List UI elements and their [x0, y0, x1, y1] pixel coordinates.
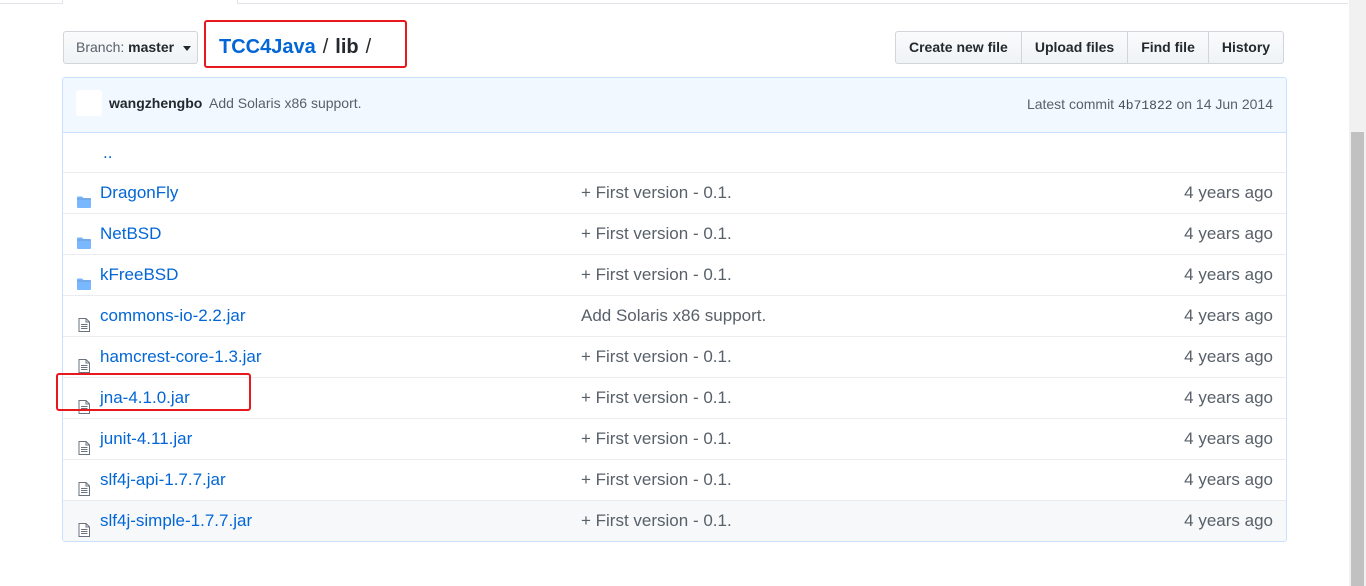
file-actions-group: Create new file Upload files Find file H…: [895, 31, 1285, 64]
folder-icon: [76, 226, 92, 249]
file-name-link[interactable]: commons-io-2.2.jar: [100, 296, 246, 336]
branch-value: master: [128, 39, 175, 55]
file-commit-message[interactable]: + First version - 0.1.: [581, 214, 732, 254]
file-row: kFreeBSD + First version - 0.1. 4 years ag…: [63, 254, 1286, 295]
breadcrumb: TCC4Java / lib /: [219, 35, 378, 59]
file-name-link[interactable]: junit-4.11.jar: [100, 419, 192, 459]
file-age: 4 years ago: [1184, 388, 1273, 407]
file-row: DragonFly + First version - 0.1. 4 years a…: [63, 172, 1286, 213]
file-commit-message[interactable]: + First version - 0.1.: [581, 255, 732, 295]
commit-sha-link[interactable]: 4b71822: [1118, 98, 1173, 113]
file-icon: [76, 349, 92, 373]
active-tab-remnant: [62, 0, 238, 4]
file-name-link[interactable]: jna-4.1.0.jar: [100, 378, 190, 418]
file-table: wangzhengbo Add Solaris x86 support. Lat…: [62, 77, 1287, 542]
file-commit-message[interactable]: + First version - 0.1.: [581, 419, 732, 459]
breadcrumb-separator: /: [322, 36, 329, 58]
file-age: 4 years ago: [1184, 183, 1273, 202]
breadcrumb-current-dir: lib: [335, 36, 359, 58]
file-icon: [76, 431, 92, 455]
file-row: slf4j-api-1.7.7.jar + First version - 0.1…: [63, 459, 1286, 500]
file-icon: [76, 308, 92, 332]
file-commit-message[interactable]: Add Solaris x86 support.: [581, 296, 766, 336]
file-commit-message[interactable]: + First version - 0.1.: [581, 173, 732, 213]
commit-date: on 14 Jun 2014: [1176, 96, 1273, 112]
upload-files-button[interactable]: Upload files: [1020, 31, 1129, 64]
file-age: 4 years ago: [1184, 511, 1273, 530]
file-age: 4 years ago: [1184, 429, 1273, 448]
file-age: 4 years ago: [1184, 347, 1273, 366]
file-commit-message[interactable]: + First version - 0.1.: [581, 501, 732, 541]
history-button[interactable]: History: [1207, 31, 1285, 64]
file-name-link[interactable]: DragonFly: [100, 173, 178, 213]
file-name-link[interactable]: slf4j-api-1.7.7.jar: [100, 460, 226, 500]
commit-author[interactable]: wangzhengbo: [109, 95, 202, 111]
find-file-button[interactable]: Find file: [1127, 31, 1209, 64]
parent-dir-link[interactable]: ..: [103, 133, 112, 173]
file-icon: [76, 472, 92, 496]
file-row: slf4j-simple-1.7.7.jar + First version - …: [63, 500, 1286, 541]
scrollbar[interactable]: [1349, 0, 1366, 586]
file-icon: [76, 513, 92, 537]
commit-meta: Latest commit 4b71822 on 14 Jun 2014: [1027, 96, 1273, 113]
folder-icon: [76, 185, 92, 208]
file-age: 4 years ago: [1184, 224, 1273, 243]
latest-commit-bar: wangzhengbo Add Solaris x86 support. Lat…: [63, 78, 1286, 133]
avatar[interactable]: [76, 90, 102, 116]
create-new-file-button[interactable]: Create new file: [895, 31, 1022, 64]
file-age: 4 years ago: [1184, 265, 1273, 284]
file-row: junit-4.11.jar + First version - 0.1. 4 ye…: [63, 418, 1286, 459]
caret-down-icon: [182, 45, 191, 51]
file-row: NetBSD + First version - 0.1. 4 years ago: [63, 213, 1286, 254]
file-age: 4 years ago: [1184, 306, 1273, 325]
branch-select-button[interactable]: Branch: master: [63, 31, 198, 64]
folder-icon: [76, 267, 92, 290]
file-name-link[interactable]: hamcrest-core-1.3.jar: [100, 337, 262, 377]
file-commit-message[interactable]: + First version - 0.1.: [581, 460, 732, 500]
file-browser-page: Branch: master TCC4Java / lib / Create new …: [0, 0, 1366, 586]
commit-message[interactable]: Add Solaris x86 support.: [209, 95, 362, 111]
breadcrumb-repo-link[interactable]: TCC4Java: [219, 36, 316, 58]
scrollbar-thumb[interactable]: [1351, 132, 1364, 586]
file-name-link[interactable]: slf4j-simple-1.7.7.jar: [100, 501, 252, 541]
file-name-link[interactable]: NetBSD: [100, 214, 161, 254]
file-age: 4 years ago: [1184, 470, 1273, 489]
file-name-link[interactable]: kFreeBSD: [100, 255, 178, 295]
file-icon: [76, 390, 92, 414]
file-row: commons-io-2.2.jar Add Solaris x86 suppor…: [63, 295, 1286, 336]
file-row: hamcrest-core-1.3.jar + First version - 0…: [63, 336, 1286, 377]
file-row: jna-4.1.0.jar + First version - 0.1. 4 yea…: [63, 377, 1286, 418]
branch-label: Branch:: [76, 39, 125, 55]
file-commit-message[interactable]: + First version - 0.1.: [581, 378, 732, 418]
parent-dir-row: ..: [63, 133, 1286, 172]
breadcrumb-trailing-separator: /: [365, 36, 372, 58]
file-commit-message[interactable]: + First version - 0.1.: [581, 337, 732, 377]
commit-prefix: Latest commit: [1026, 96, 1115, 112]
